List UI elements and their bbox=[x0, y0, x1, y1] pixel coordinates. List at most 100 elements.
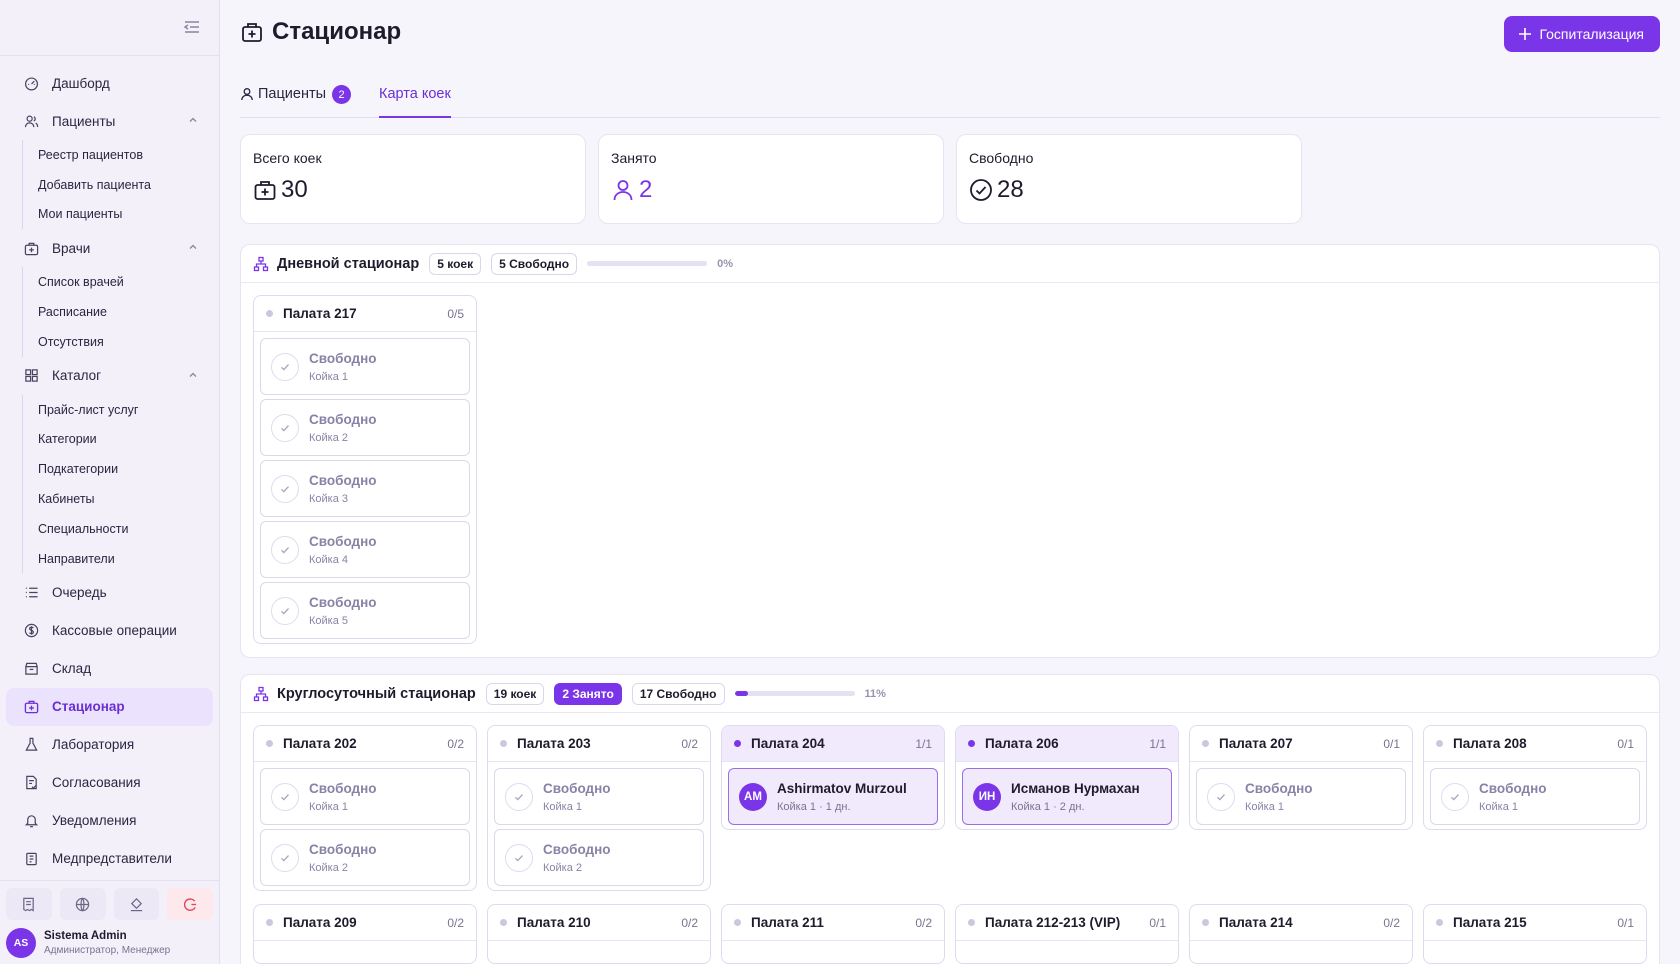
flask-icon bbox=[22, 736, 40, 754]
globe-icon[interactable] bbox=[59, 888, 106, 920]
room-header: Палата 206 1/1 bbox=[956, 726, 1178, 762]
sidebar-item-4[interactable]: Каталог bbox=[6, 357, 213, 395]
sidebar-item-3[interactable]: Врачи bbox=[6, 229, 213, 267]
room-header: Палата 209 0/2 bbox=[254, 905, 476, 941]
room-header: Палата 207 0/1 bbox=[1190, 726, 1412, 762]
sidebar-item-label: Врачи bbox=[52, 240, 91, 256]
sidebar-item-7[interactable]: Склад bbox=[6, 650, 213, 688]
bed-list bbox=[1424, 941, 1646, 947]
user-profile[interactable]: AS Sistema Admin Администратор, Менеджер bbox=[0, 920, 219, 958]
sidebar-item-9[interactable]: Лаборатория bbox=[6, 726, 213, 764]
bed-info: Койка 1 · 2 дн. bbox=[1011, 800, 1085, 813]
collapse-sidebar-icon[interactable] bbox=[183, 18, 201, 36]
stat-occupied-label: Занято bbox=[611, 150, 657, 166]
bed-occupied[interactable]: ИН Исманов Нурмахан Койка 1 · 2 дн. bbox=[962, 768, 1172, 825]
page-title: Стационар bbox=[272, 18, 402, 45]
bed-number: Койка 1 bbox=[543, 800, 583, 813]
occupancy-percent: 11% bbox=[864, 687, 886, 700]
bed-occupied[interactable]: AM Ashirmatov Murzoul Койка 1 · 1 дн. bbox=[728, 768, 938, 825]
bed-free[interactable]: Свободно Койка 1 bbox=[1430, 768, 1640, 825]
sidebar-subitem[interactable]: Отсутствия bbox=[23, 327, 219, 357]
list-icon bbox=[22, 584, 40, 602]
room-card: Палата 207 0/1 Свободно Койка 1 bbox=[1189, 725, 1413, 830]
user-role: Администратор, Менеджер bbox=[44, 945, 171, 956]
bed-list bbox=[254, 941, 476, 947]
tab-bed-map[interactable]: Карта коек bbox=[379, 80, 451, 118]
room-status-dot bbox=[734, 740, 741, 747]
sidebar-subitem[interactable]: Специальности bbox=[23, 514, 219, 544]
sidebar-item-11[interactable]: Уведомления bbox=[6, 802, 213, 840]
sidebar-item-10[interactable]: Согласования bbox=[6, 764, 213, 802]
free-pill: 17 Свободно bbox=[631, 682, 725, 705]
room-header: Палата 215 0/1 bbox=[1424, 905, 1646, 941]
room-name: Палата 202 bbox=[283, 736, 357, 751]
bed-list: Свободно Койка 1 bbox=[1424, 762, 1646, 825]
room-status-dot bbox=[500, 919, 507, 926]
sidebar-subitem[interactable]: Категории bbox=[23, 425, 219, 455]
room-status-dot bbox=[734, 919, 741, 926]
check-icon bbox=[505, 782, 533, 811]
hospital-icon bbox=[22, 698, 40, 716]
bed-free[interactable]: Свободно Койка 1 bbox=[260, 338, 470, 395]
bed-free[interactable]: Свободно Койка 1 bbox=[1196, 768, 1406, 825]
room-card: Палата 204 1/1 AM Ashirmatov Murzoul Койка 1… bbox=[721, 725, 945, 830]
chevron-up-icon bbox=[187, 241, 199, 253]
receipt-icon[interactable] bbox=[6, 888, 52, 920]
sidebar-subitem[interactable]: Реестр пациентов bbox=[23, 140, 219, 170]
bed-list: Свободно Койка 1 Свободно Койка 2 Свободно Ко… bbox=[254, 332, 476, 639]
stat-occupied: Занято 2 bbox=[598, 134, 944, 224]
hospitalize-button[interactable]: Госпитализация bbox=[1503, 16, 1660, 52]
department-header[interactable]: Дневной стационар 5 коек 5 Свободно 0% bbox=[241, 245, 1659, 283]
sidebar-item-5[interactable]: Очередь bbox=[6, 574, 213, 612]
room-capacity: 0/2 bbox=[447, 915, 464, 930]
bed-number: Койка 2 bbox=[543, 861, 583, 874]
bed-number: Койка 5 bbox=[309, 614, 349, 627]
hospitalize-button-label: Госпитализация bbox=[1539, 26, 1645, 42]
department-card: Дневной стационар 5 коек 5 Свободно 0% Палат… bbox=[240, 244, 1660, 658]
bed-list: AM Ashirmatov Murzoul Койка 1 · 1 дн. bbox=[722, 762, 944, 825]
sidebar-subitem[interactable]: Список врачей bbox=[23, 267, 219, 297]
check-icon bbox=[271, 474, 299, 503]
sidebar-subitem[interactable]: Расписание bbox=[23, 297, 219, 327]
department-card: Круглосуточный стационар 19 коек 2 Занято 1… bbox=[240, 674, 1660, 964]
room-card: Палата 212-213 (VIP) 0/1 bbox=[955, 904, 1179, 964]
sidebar-item-8[interactable]: Стационар bbox=[6, 687, 213, 726]
room-status-dot bbox=[968, 919, 975, 926]
sidebar-item-2[interactable]: Пациенты bbox=[6, 102, 213, 140]
department-header[interactable]: Круглосуточный стационар 19 коек 2 Занято 1… bbox=[241, 675, 1659, 713]
bed-free[interactable]: Свободно Койка 1 bbox=[494, 768, 704, 825]
sidebar-subitem[interactable]: Кабинеты bbox=[23, 484, 219, 514]
sidebar-subitem[interactable]: Мои пациенты bbox=[23, 200, 219, 230]
sidebar-subitem[interactable]: Добавить пациента bbox=[23, 170, 219, 200]
bed-free[interactable]: Свободно Койка 1 bbox=[260, 768, 470, 825]
bed-free[interactable]: Свободно Койка 3 bbox=[260, 460, 470, 517]
bed-list bbox=[956, 941, 1178, 947]
stat-free-value: 28 bbox=[997, 176, 1024, 203]
tab-patients[interactable]: Пациенты 2 bbox=[240, 80, 352, 118]
beds-count-pill: 5 коек bbox=[429, 252, 482, 275]
patient-name: Ashirmatov Murzoul bbox=[777, 780, 907, 796]
sidebar-subitem[interactable]: Прайс-лист услуг bbox=[23, 395, 219, 425]
sidebar-item-6[interactable]: Кассовые операции bbox=[6, 612, 213, 650]
sidebar-subitem[interactable]: Направители bbox=[23, 544, 219, 574]
tab-bar: Пациенты 2 Карта коек bbox=[240, 80, 1660, 118]
sidebar-item-1[interactable]: Дашборд bbox=[6, 64, 213, 102]
room-status-dot bbox=[968, 740, 975, 747]
occupancy-percent: 0% bbox=[717, 257, 734, 270]
occupancy-progress bbox=[587, 261, 708, 266]
room-card: Палата 209 0/2 bbox=[253, 904, 477, 964]
chevron-up-icon bbox=[187, 369, 199, 381]
bed-status: Свободно bbox=[543, 841, 611, 857]
bed-status: Свободно bbox=[1245, 780, 1313, 796]
sidebar-subitem[interactable]: Подкатегории bbox=[23, 454, 219, 484]
paint-bucket-icon[interactable] bbox=[113, 888, 160, 920]
bed-free[interactable]: Свободно Койка 2 bbox=[494, 829, 704, 886]
bed-free[interactable]: Свободно Койка 4 bbox=[260, 521, 470, 578]
room-capacity: 0/2 bbox=[447, 736, 464, 751]
bed-free[interactable]: Свободно Койка 2 bbox=[260, 399, 470, 456]
bed-free[interactable]: Свободно Койка 2 bbox=[260, 829, 470, 886]
sidebar-item-12[interactable]: Медпредставители bbox=[6, 840, 213, 878]
logout-icon[interactable] bbox=[167, 888, 213, 920]
sidebar-header bbox=[0, 0, 219, 56]
bed-free[interactable]: Свободно Койка 5 bbox=[260, 582, 470, 639]
